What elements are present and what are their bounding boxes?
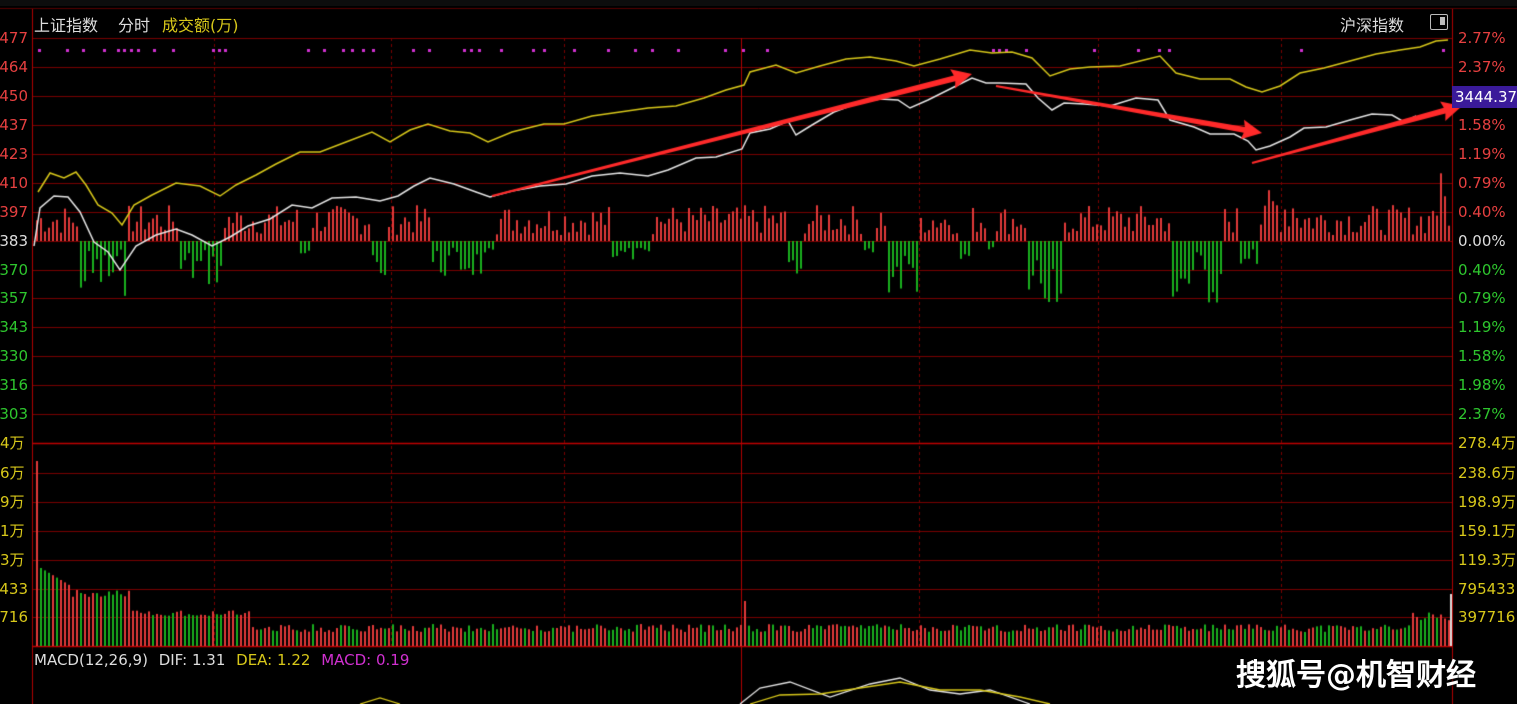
price-axis-left-label: 330 bbox=[0, 347, 28, 365]
price-axis-left-label: 477 bbox=[0, 29, 28, 47]
pct-axis-right-label: 1.58% bbox=[1458, 347, 1506, 365]
pct-axis-right-label: 0.00% bbox=[1458, 232, 1506, 250]
price-axis-left-label: 316 bbox=[0, 376, 28, 394]
price-axis-left-label: 370 bbox=[0, 261, 28, 279]
volume-axis-right-label: 397716 bbox=[1458, 608, 1516, 626]
volume-axis-left-label: 433 bbox=[0, 580, 28, 598]
volume-axis-left-label: 1万 bbox=[0, 522, 25, 540]
pct-axis-right-label: 2.37% bbox=[1458, 58, 1506, 76]
mode-label[interactable]: 分时 bbox=[118, 12, 150, 36]
price-axis-left-label: 303 bbox=[0, 405, 28, 423]
pct-axis-right-label: 2.37% bbox=[1458, 405, 1506, 423]
volume-axis-left-label: 3万 bbox=[0, 551, 25, 569]
volume-axis-right-label: 795433 bbox=[1458, 580, 1516, 598]
volume-axis-right-label: 278.4万 bbox=[1458, 434, 1516, 452]
macd-legend: MACD(12,26,9) DIF: 1.31 DEA: 1.22 MACD: … bbox=[34, 651, 409, 669]
pct-axis-right-label: 1.19% bbox=[1458, 145, 1506, 163]
price-axis-left-label: 437 bbox=[0, 116, 28, 134]
top-toolbar-strip bbox=[0, 0, 1517, 6]
volume-axis-left-label: 9万 bbox=[0, 493, 25, 511]
pct-axis-right-label: 0.40% bbox=[1458, 203, 1506, 221]
intraday-chart-canvas[interactable] bbox=[0, 0, 1517, 704]
volume-axis-right-label: 238.6万 bbox=[1458, 464, 1516, 482]
price-axis-left-label: 423 bbox=[0, 145, 28, 163]
watermark: 搜狐号@机智财经 bbox=[1236, 658, 1476, 693]
price-axis-left-label: 343 bbox=[0, 318, 28, 336]
price-axis-left-label: 410 bbox=[0, 174, 28, 192]
macd-value: MACD: 0.19 bbox=[321, 651, 410, 669]
volume-axis-right-label: 159.1万 bbox=[1458, 522, 1516, 540]
current-price-tag: 3444.37 bbox=[1452, 86, 1517, 108]
volume-label[interactable]: 成交额(万) bbox=[162, 12, 239, 36]
macd-name: MACD(12,26,9) bbox=[34, 651, 148, 669]
price-axis-left-label: 450 bbox=[0, 87, 28, 105]
price-axis-left-label: 464 bbox=[0, 58, 28, 76]
pct-axis-right-label: 1.98% bbox=[1458, 376, 1506, 394]
pct-axis-right-label: 1.19% bbox=[1458, 318, 1506, 336]
pct-axis-right-label: 2.77% bbox=[1458, 29, 1506, 47]
macd-dif: DIF: 1.31 bbox=[158, 651, 226, 669]
price-axis-left-label: 357 bbox=[0, 289, 28, 307]
panel-toggle-icon[interactable] bbox=[1430, 14, 1448, 30]
volume-axis-left-label: 6万 bbox=[0, 464, 25, 482]
volume-axis-left-label: 716 bbox=[0, 608, 28, 626]
compare-index-label[interactable]: 沪深指数 bbox=[1340, 12, 1404, 36]
price-axis-left-label: 383 bbox=[0, 232, 28, 250]
volume-axis-right-label: 198.9万 bbox=[1458, 493, 1516, 511]
pct-axis-right-label: 0.79% bbox=[1458, 289, 1506, 307]
pct-axis-right-label: 0.79% bbox=[1458, 174, 1506, 192]
volume-axis-left-label: 4万 bbox=[0, 434, 25, 452]
macd-dea: DEA: 1.22 bbox=[236, 651, 311, 669]
pct-axis-right-label: 0.40% bbox=[1458, 261, 1506, 279]
index-name[interactable]: 上证指数 bbox=[34, 12, 98, 36]
pct-axis-right-label: 1.58% bbox=[1458, 116, 1506, 134]
price-axis-left-label: 397 bbox=[0, 203, 28, 221]
volume-axis-right-label: 119.3万 bbox=[1458, 551, 1516, 569]
